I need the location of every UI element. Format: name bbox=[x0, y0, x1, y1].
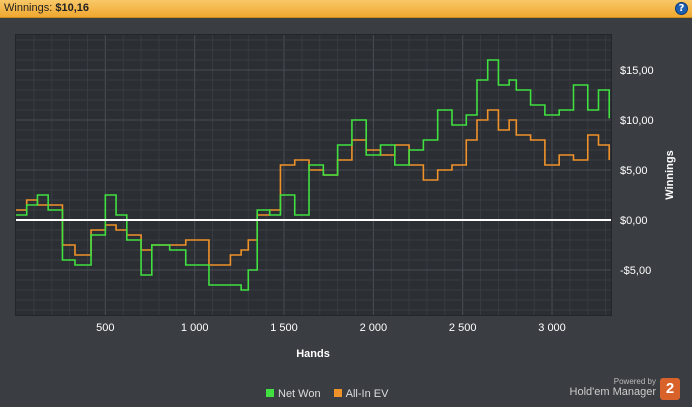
x-tick-label: 2 500 bbox=[449, 322, 477, 334]
x-tick-label: 1 500 bbox=[270, 322, 298, 334]
legend-item-all-in-ev[interactable]: All-In EV bbox=[333, 388, 389, 400]
y-axis-label: Winnings bbox=[664, 150, 676, 199]
brand-logo-badge: 2 bbox=[660, 378, 680, 400]
powered-by-text: Powered by bbox=[613, 377, 656, 386]
legend-label-net-won: Net Won bbox=[278, 388, 321, 400]
y-tick-label: $5,00 bbox=[620, 165, 648, 177]
winnings-chart: 500 1 000 1 500 2 000 2 500 3 000 -$5,00 $0,00 $… bbox=[16, 35, 676, 360]
brand-name: Hold'em Manager bbox=[569, 386, 656, 398]
legend-swatch-all-in-ev bbox=[333, 389, 342, 397]
x-tick-label: 3 000 bbox=[538, 322, 566, 334]
legend-swatch-net-won bbox=[266, 389, 274, 397]
x-tick-label: 2 000 bbox=[360, 322, 388, 334]
y-tick-label: -$5,00 bbox=[620, 265, 651, 277]
x-axis-label: Hands bbox=[296, 348, 330, 360]
x-tick-label: 1 000 bbox=[181, 322, 209, 334]
brand: Powered by Hold'em Manager bbox=[570, 377, 656, 398]
y-tick-label: $0,00 bbox=[620, 215, 648, 227]
grid bbox=[16, 35, 611, 315]
y-tick-label: $15,00 bbox=[620, 65, 654, 77]
legend-item-net-won[interactable]: Net Won bbox=[266, 388, 321, 400]
legend-label-all-in-ev: All-In EV bbox=[345, 388, 389, 400]
legend: Net Won All-In EV bbox=[266, 388, 398, 400]
x-tick-label: 500 bbox=[96, 322, 114, 334]
y-tick-label: $10,00 bbox=[620, 115, 654, 127]
